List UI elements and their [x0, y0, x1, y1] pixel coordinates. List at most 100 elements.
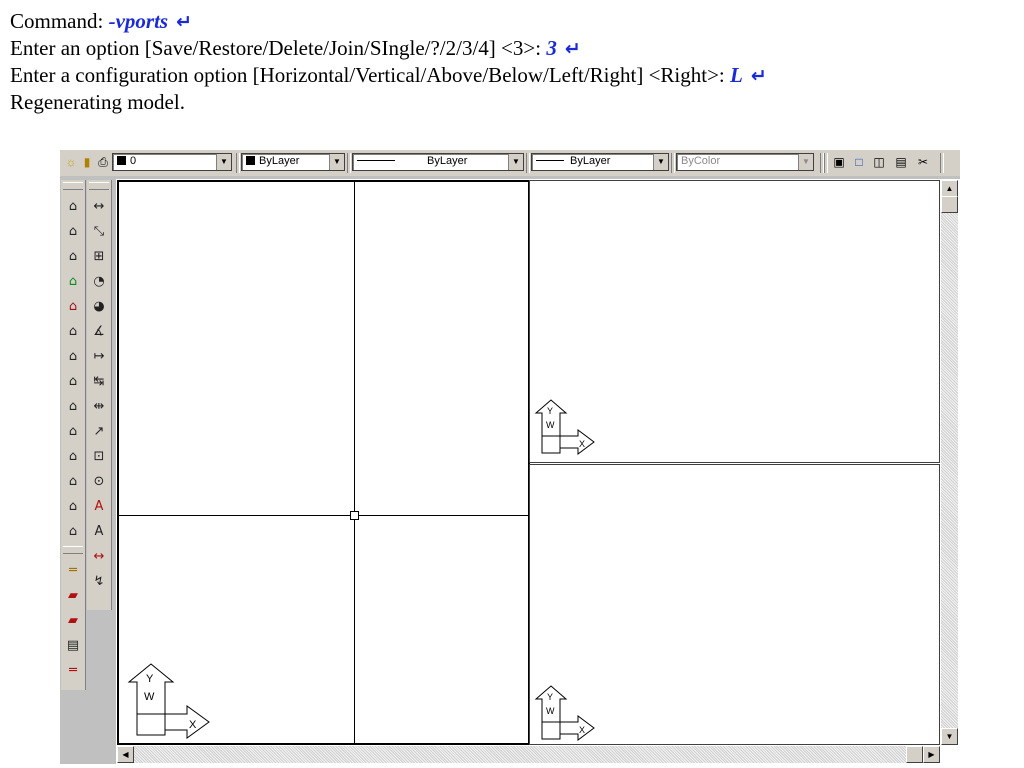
polygonal-viewport-icon[interactable]: ◫	[872, 155, 886, 169]
tool-button-icon[interactable]: ↔	[88, 544, 110, 569]
vertical-scrollbar[interactable]: ▲ ▼	[941, 180, 958, 745]
tool-button-icon[interactable]: ⌂	[62, 494, 84, 519]
ucs-icon: Y W X	[127, 663, 210, 739]
viewport-bottom-right[interactable]: Y W X	[529, 464, 940, 745]
tool-button-icon[interactable]: ◕	[88, 294, 110, 319]
drawing-area: Y W X Y W X Y W X ▲ ▼ ◀ ▶	[116, 179, 960, 764]
ucs-y-label: Y	[146, 673, 154, 685]
layer-lock-icon[interactable]: ▮	[80, 155, 94, 169]
scroll-right-icon[interactable]: ▶	[923, 746, 940, 763]
single-viewport-icon[interactable]: □	[852, 155, 866, 169]
ucs-y-label: Y	[547, 692, 553, 702]
linetype-dropdown[interactable]: ByLayer ▼	[352, 153, 524, 171]
tool-button-icon[interactable]: ⇹	[88, 394, 110, 419]
viewport-top-right[interactable]: Y W X	[529, 180, 940, 463]
tool-button-icon[interactable]: ⊡	[88, 444, 110, 469]
tool-button-icon[interactable]: ⌂	[62, 419, 84, 444]
command-input-1: -vports	[108, 9, 169, 33]
tool-button-icon[interactable]: A	[88, 519, 110, 544]
enter-icon: ↵	[564, 38, 581, 60]
tool-button-icon[interactable]: ∡	[88, 319, 110, 344]
tool-button-icon[interactable]: ↦	[88, 344, 110, 369]
enter-icon: ↵	[176, 11, 193, 33]
ucs-x-label: X	[579, 439, 585, 449]
command-line-1: Command: -vports ↵	[10, 9, 193, 33]
tool-button-icon[interactable]: ⌂	[62, 369, 84, 394]
color-dropdown[interactable]: ByLayer ▼	[241, 153, 345, 171]
chevron-down-icon[interactable]: ▼	[508, 154, 523, 170]
command-line-3: Enter a configuration option [Horizontal…	[10, 63, 767, 87]
tool-button-icon[interactable]: ⤡	[88, 219, 110, 244]
tool-button-icon[interactable]: ⌂	[62, 319, 84, 344]
tool-button-icon[interactable]: ↗	[88, 419, 110, 444]
ucs-y-label: Y	[547, 406, 553, 416]
chevron-down-icon[interactable]: ▼	[216, 154, 231, 170]
command-history: Command: -vports ↵ Enter an option [Save/…	[10, 8, 767, 115]
command-line-2: Enter an option [Save/Restore/Delete/Joi…	[10, 36, 581, 60]
tool-button-icon[interactable]: ⌂	[62, 269, 84, 294]
lineweight-preview	[536, 160, 564, 161]
ucs-w-label: W	[546, 706, 555, 716]
tool-button-icon[interactable]: ▰	[62, 583, 84, 608]
ucs-x-label: X	[579, 725, 585, 735]
tool-button-icon[interactable]: ⌂	[62, 519, 84, 544]
scroll-thumb[interactable]	[906, 746, 923, 763]
chevron-down-icon[interactable]: ▼	[798, 154, 813, 170]
tool-button-icon[interactable]: ⊞	[88, 244, 110, 269]
toolbar-separator	[526, 153, 530, 173]
tool-button-icon[interactable]: ⌂	[62, 294, 84, 319]
layer-dropdown[interactable]: 0 ▼	[112, 153, 232, 171]
view-tool-palette: ⌂ ⌂ ⌂ ⌂ ⌂ ⌂ ⌂ ⌂ ⌂ ⌂ ⌂ ⌂ ⌂ ⌂ ═ ▰ ▰ ▤ ═	[61, 180, 86, 690]
tool-button-icon[interactable]: A	[88, 494, 110, 519]
convert-viewport-icon[interactable]: ▤	[894, 155, 908, 169]
ucs-w-label: W	[546, 420, 555, 430]
tool-button-icon[interactable]: ↯	[88, 569, 110, 594]
scroll-thumb[interactable]	[941, 196, 958, 213]
cad-window: ☼ ▮ ⎙ 0 ▼ ByLayer ▼ ByLayer ▼ ByLayer ▼ …	[60, 150, 960, 764]
crosshair-vertical	[354, 182, 355, 743]
scroll-left-icon[interactable]: ◀	[117, 746, 134, 763]
pickbox-cursor	[350, 511, 359, 520]
layer-color-swatch	[117, 156, 126, 165]
horizontal-scrollbar[interactable]: ◀ ▶	[117, 746, 940, 763]
palette-grip[interactable]	[63, 182, 83, 190]
viewport-left-active[interactable]: Y W X	[117, 180, 530, 745]
palette-grip[interactable]	[89, 182, 109, 190]
ucs-x-label: X	[189, 719, 197, 731]
tool-button-icon[interactable]: ⊙	[88, 469, 110, 494]
scroll-up-icon[interactable]: ▲	[941, 180, 958, 197]
tool-button-icon[interactable]: ⌂	[62, 194, 84, 219]
command-input-3: L	[730, 63, 743, 87]
layer-on-icon[interactable]: ☼	[64, 155, 78, 169]
command-input-2: 3	[546, 36, 557, 60]
properties-toolbar: ☼ ▮ ⎙ 0 ▼ ByLayer ▼ ByLayer ▼ ByLayer ▼ …	[60, 150, 960, 176]
tool-button-icon[interactable]: ⌂	[62, 394, 84, 419]
tool-button-icon[interactable]: ⌂	[62, 344, 84, 369]
lineweight-dropdown[interactable]: ByLayer ▼	[531, 153, 669, 171]
tool-button-icon[interactable]: ═	[62, 558, 84, 583]
tool-button-icon[interactable]: ⌂	[62, 444, 84, 469]
toolbar-separator	[671, 153, 675, 173]
tool-button-icon[interactable]: ↹	[88, 369, 110, 394]
tool-button-icon[interactable]: ◔	[88, 269, 110, 294]
layer-plot-icon[interactable]: ⎙	[96, 155, 110, 169]
clip-viewport-icon[interactable]: ✂	[916, 155, 930, 169]
palette-grip[interactable]	[63, 546, 83, 554]
scroll-down-icon[interactable]: ▼	[941, 728, 958, 745]
toolbar-separator	[824, 153, 828, 173]
tool-button-icon[interactable]: ⌂	[62, 469, 84, 494]
crosshair-horizontal	[119, 515, 528, 516]
viewports-dialog-icon[interactable]: ▣	[832, 155, 846, 169]
tool-button-icon[interactable]: ⌂	[62, 244, 84, 269]
plotstyle-dropdown[interactable]: ByColor ▼	[676, 153, 814, 171]
command-line-4: Regenerating model.	[10, 90, 185, 114]
tool-button-icon[interactable]: ▰	[62, 608, 84, 633]
tool-button-icon[interactable]: ⌂	[62, 219, 84, 244]
chevron-down-icon[interactable]: ▼	[653, 154, 668, 170]
tool-button-icon[interactable]: ═	[62, 658, 84, 683]
chevron-down-icon[interactable]: ▼	[329, 154, 344, 170]
tool-button-icon[interactable]: ▤	[62, 633, 84, 658]
ucs-icon: Y W X	[534, 685, 595, 741]
ucs-w-label: W	[144, 691, 155, 703]
tool-button-icon[interactable]: ↔	[88, 194, 110, 219]
